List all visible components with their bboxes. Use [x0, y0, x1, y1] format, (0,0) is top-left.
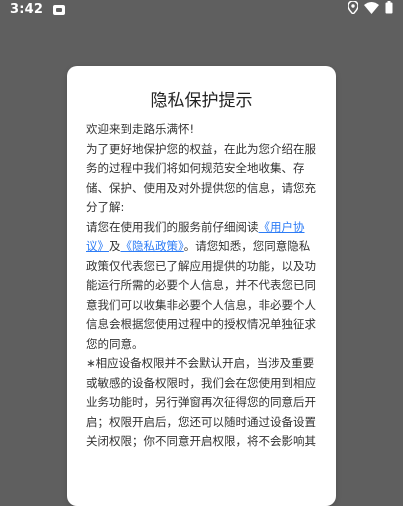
privacy-policy-link[interactable]: 《隐私政策》: [121, 239, 184, 253]
and-text: 及: [109, 239, 121, 253]
permission-text: ∗相应设备权限并不会默认开启，当涉及重要或敏感的设备权限时，我们会在您使用到相应…: [86, 356, 316, 448]
consent-text: 。请您知悉，您同意隐私政策仅代表您已了解应用提供的功能，以及功能运行所需的必要个…: [86, 239, 316, 351]
welcome-text: 欢迎来到走路乐满怀!: [86, 122, 195, 136]
status-time: 3:42: [10, 2, 44, 17]
read-prompt-text: 请您在使用我们的服务前仔细阅读: [86, 219, 259, 234]
dialog-title: 隐私保护提示: [150, 91, 253, 111]
wifi-icon: [364, 1, 379, 14]
dialog-content: 欢迎来到走路乐满怀! 为了更好地保护您的权益，在此为您介绍在服务的过程中我们将如…: [86, 120, 318, 452]
agreement-paragraph: 请您在使用我们的服务前仔细阅读《用户协议》及《隐私政策》。请您知悉，您同意隐私政…: [86, 218, 318, 355]
privacy-dialog: 隐私保护提示 欢迎来到走路乐满怀! 为了更好地保护您的权益，在此为您介绍在服务的…: [67, 66, 336, 506]
intro-text: 为了更好地保护您的权益，在此为您介绍在服务的过程中我们将如何规范安全地收集、存储…: [86, 141, 316, 215]
app-notification-icon: [53, 4, 66, 15]
status-bar: 3:42: [0, 0, 403, 20]
location-icon: [348, 1, 358, 14]
battery-icon: [385, 1, 393, 14]
